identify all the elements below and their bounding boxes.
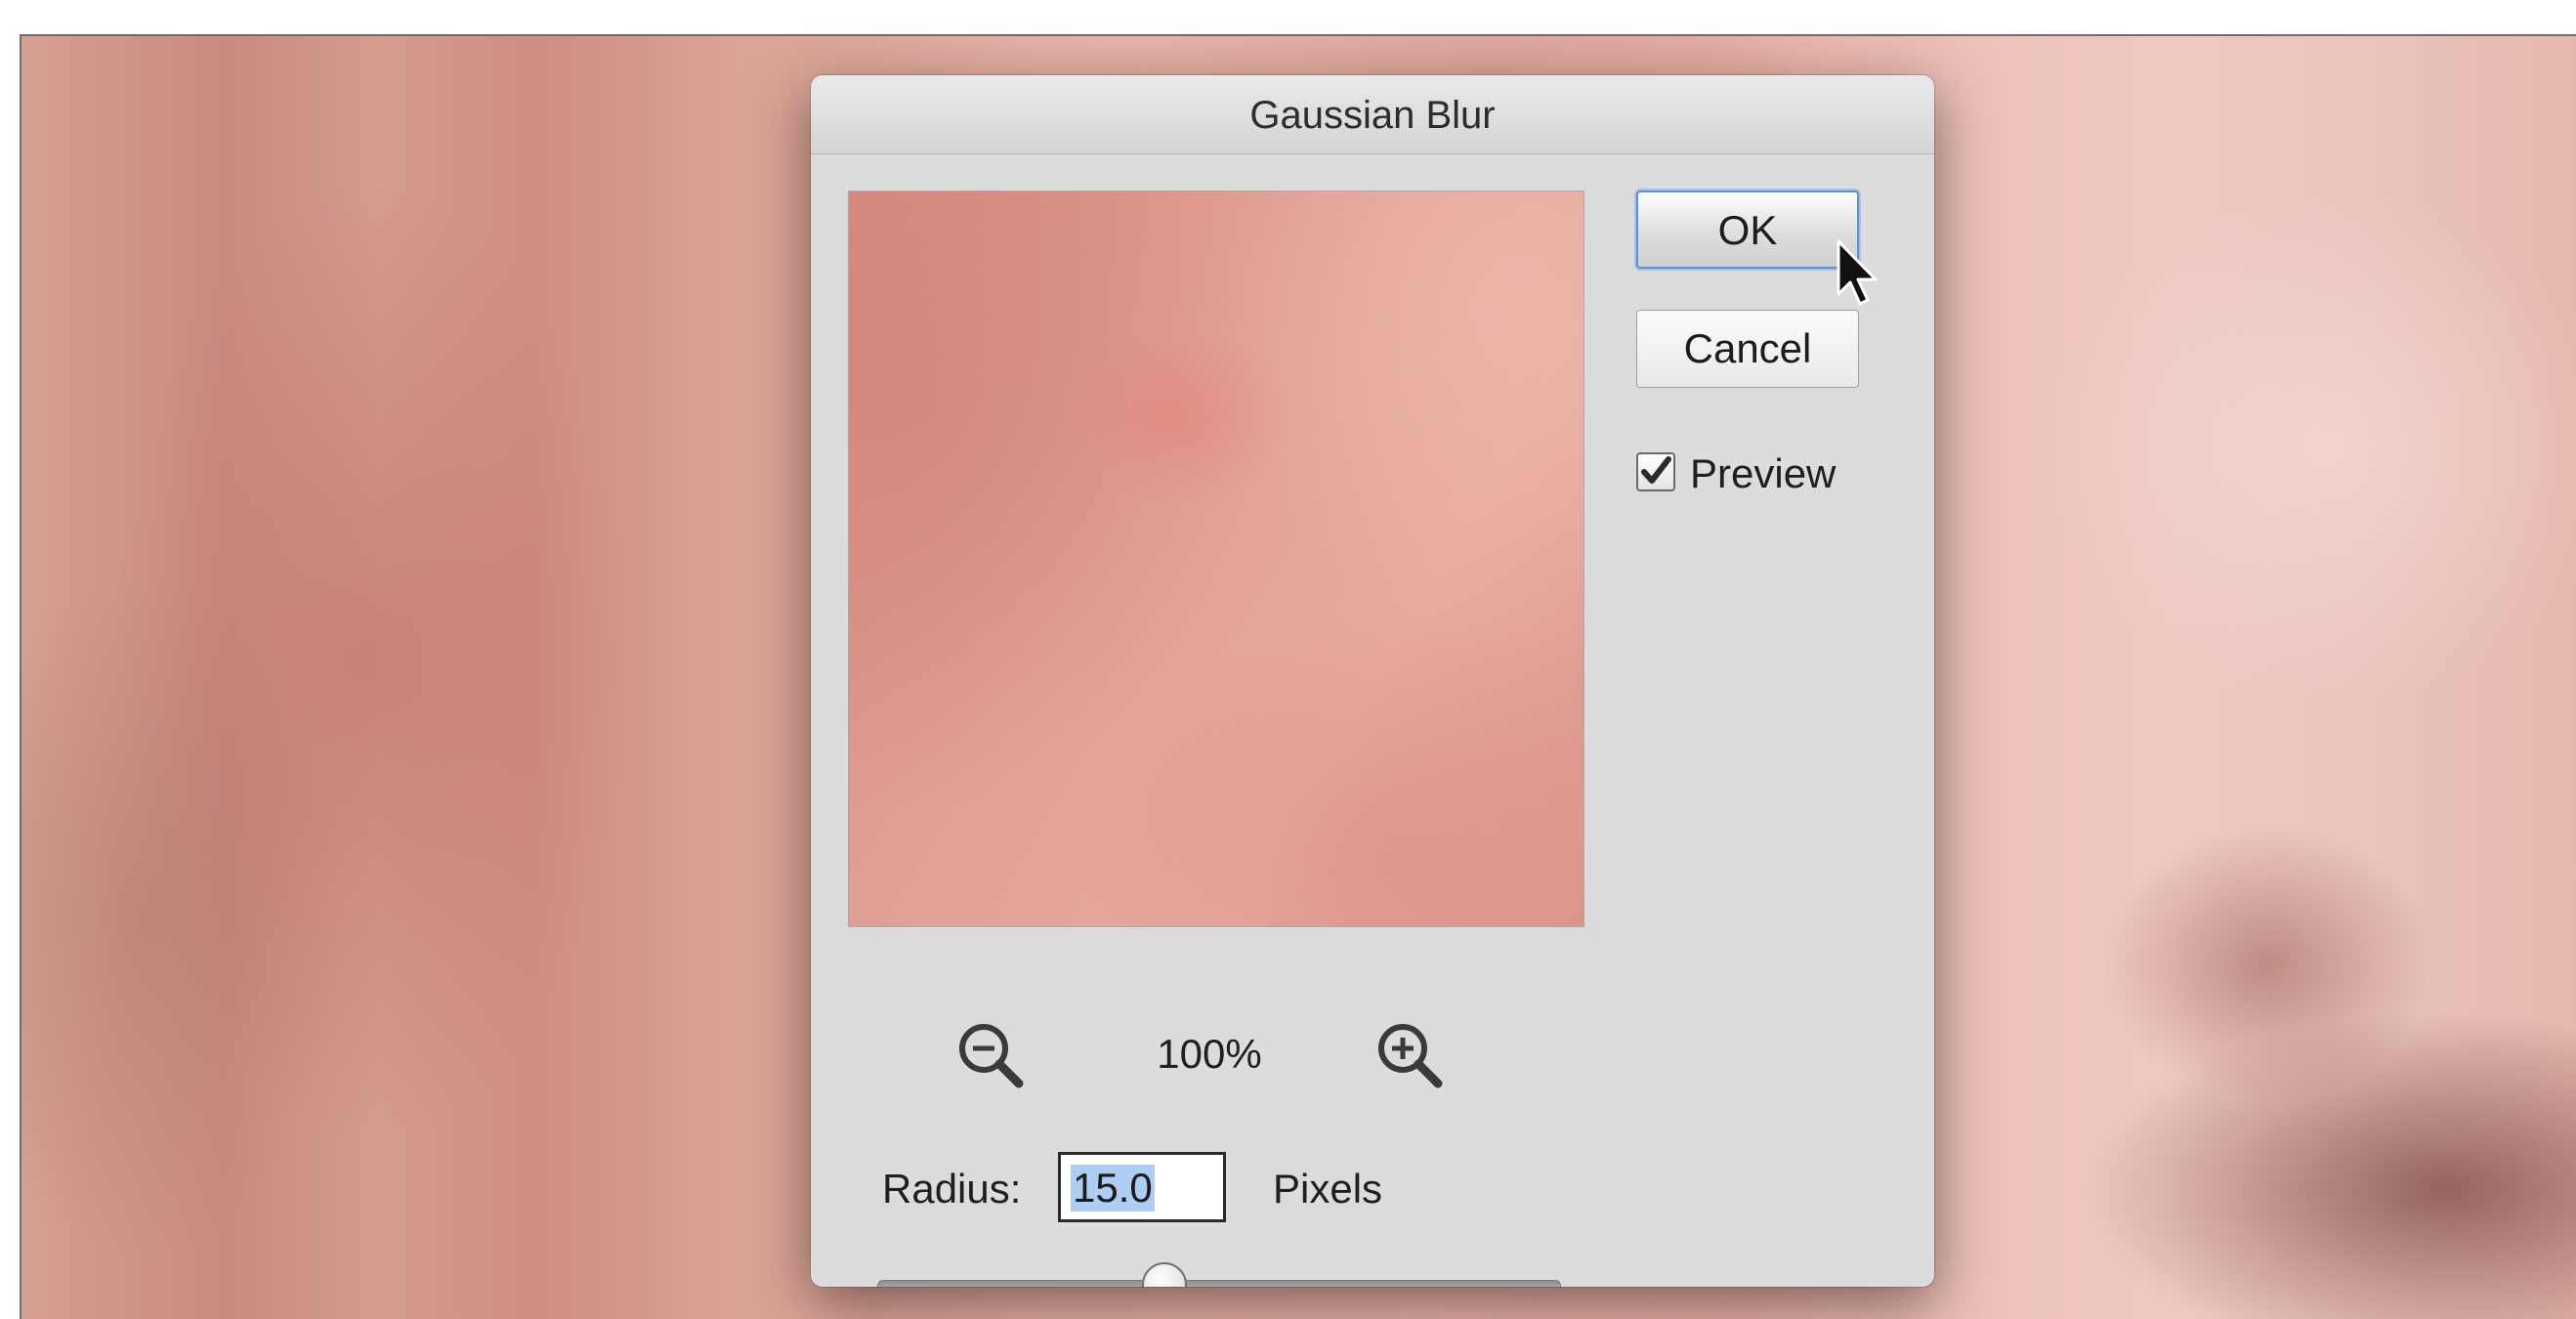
- zoom-out-icon[interactable]: [949, 1013, 1036, 1101]
- preview-image: [849, 191, 1584, 926]
- radius-label: Radius:: [882, 1166, 1022, 1212]
- preview-label: Preview: [1690, 450, 1837, 496]
- cancel-button[interactable]: Cancel: [1636, 310, 1859, 388]
- gaussian-blur-dialog: Gaussian Blur 100% Radius: 15.0 Pixels O…: [811, 75, 1934, 1287]
- preview-checkbox[interactable]: Preview: [1636, 445, 1871, 499]
- checkbox-box[interactable]: [1636, 452, 1675, 491]
- radius-slider-track[interactable]: [877, 1280, 1561, 1287]
- radius-row: Radius: 15.0 Pixels: [882, 1152, 1625, 1226]
- zoom-in-icon[interactable]: [1368, 1013, 1456, 1101]
- checkmark-icon: [1641, 456, 1671, 484]
- radius-input[interactable]: 15.0: [1058, 1152, 1226, 1222]
- radius-unit-label: Pixels: [1273, 1166, 1383, 1212]
- radius-slider[interactable]: [877, 1262, 1561, 1287]
- zoom-controls: 100%: [848, 1013, 1583, 1101]
- ok-button[interactable]: OK: [1636, 191, 1859, 269]
- filter-preview-pane[interactable]: [848, 191, 1584, 927]
- dialog-title: Gaussian Blur: [811, 75, 1934, 154]
- radius-value: 15.0: [1071, 1165, 1155, 1212]
- radius-slider-thumb[interactable]: [1142, 1262, 1187, 1287]
- zoom-level-label: 100%: [1157, 1031, 1262, 1077]
